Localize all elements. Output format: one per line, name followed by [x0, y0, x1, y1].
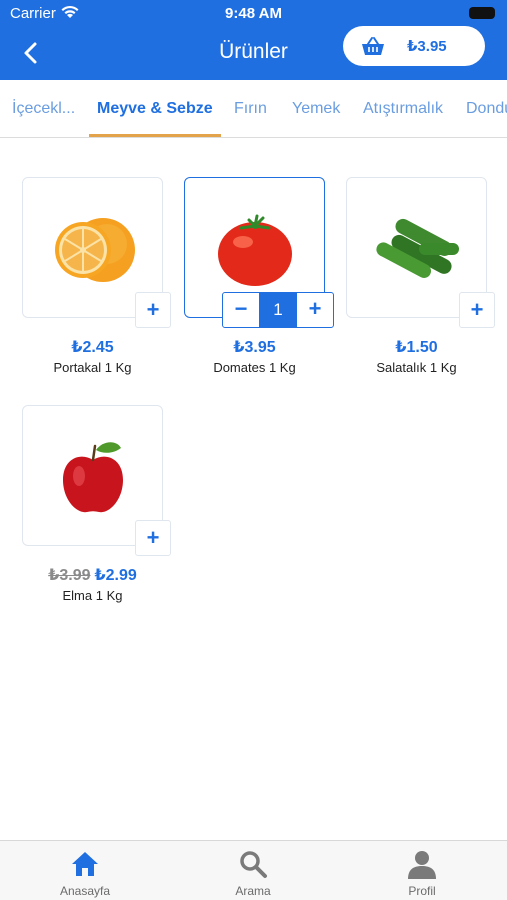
cart-total: ₺3.95 — [407, 38, 447, 55]
nav-label-profile: Profil — [408, 884, 436, 898]
product-card-portakal: + ₺2.45 Portakal 1 Kg — [22, 177, 187, 377]
cart-button[interactable]: ₺3.95 — [343, 26, 485, 66]
basket-icon — [362, 37, 384, 55]
tab-icecekler[interactable]: İçecekl... — [12, 100, 75, 118]
tab-indicator — [89, 134, 221, 137]
add-to-cart-button[interactable]: + — [459, 292, 495, 328]
nav-item-search[interactable]: Arama — [193, 841, 313, 900]
product-card-domates: − 1 + ₺3.95 Domates 1 Kg — [184, 177, 349, 377]
product-name: Domates 1 Kg — [213, 360, 296, 375]
quantity-stepper: − 1 + — [222, 292, 334, 328]
cucumber-image — [376, 218, 459, 278]
status-time: 9:48 AM — [225, 5, 282, 22]
home-icon — [72, 852, 98, 876]
tab-atistirmalik[interactable]: Atıştırmalık — [363, 100, 443, 118]
tomato-image — [218, 214, 292, 286]
decrease-quantity-button[interactable]: − — [223, 293, 259, 327]
product-price: ₺3.95 — [233, 339, 276, 356]
product-name: Portakal 1 Kg — [53, 360, 132, 375]
bottom-navigation: Anasayfa Arama Profil — [0, 840, 507, 900]
nav-item-home[interactable]: Anasayfa — [25, 841, 145, 900]
header-bar: Carrier 9:48 AM Ürünler ₺3.95 — [0, 0, 507, 80]
nav-label-search: Arama — [235, 884, 271, 898]
nav-item-profile[interactable]: Profil — [362, 841, 482, 900]
tab-dondurulmus[interactable]: Dondu — [466, 100, 507, 118]
product-price: ₺1.50 — [395, 339, 438, 356]
status-bar: Carrier 9:48 AM — [0, 0, 507, 28]
nav-label-home: Anasayfa — [59, 884, 111, 898]
quantity-value: 1 — [259, 293, 297, 327]
product-price: ₺2.99 — [94, 567, 137, 584]
increase-quantity-button[interactable]: + — [297, 293, 333, 327]
product-name: Salatalık 1 Kg — [376, 360, 457, 375]
battery-icon — [469, 7, 495, 19]
tab-meyve-sebze[interactable]: Meyve & Sebze — [97, 100, 213, 118]
tab-yemek[interactable]: Yemek — [292, 100, 340, 118]
product-price: ₺2.45 — [71, 339, 114, 356]
profile-icon — [408, 851, 436, 879]
orange-image — [55, 218, 135, 282]
apple-image — [63, 442, 123, 513]
add-to-cart-button[interactable]: + — [135, 292, 171, 328]
product-name: Elma 1 Kg — [62, 588, 123, 603]
category-tabs: İçecekl... Meyve & Sebze Fırın Yemek Atı… — [0, 80, 507, 138]
product-card-salatalik: + ₺1.50 Salatalık 1 Kg — [346, 177, 507, 377]
product-price-row: ₺3.99 ₺2.99 — [22, 565, 163, 585]
old-price: ₺3.99 — [48, 567, 91, 584]
search-icon — [240, 851, 267, 878]
tab-firin[interactable]: Fırın — [234, 100, 267, 118]
add-to-cart-button[interactable]: + — [135, 520, 171, 556]
product-card-elma: + ₺3.99 ₺2.99 Elma 1 Kg — [22, 405, 187, 605]
